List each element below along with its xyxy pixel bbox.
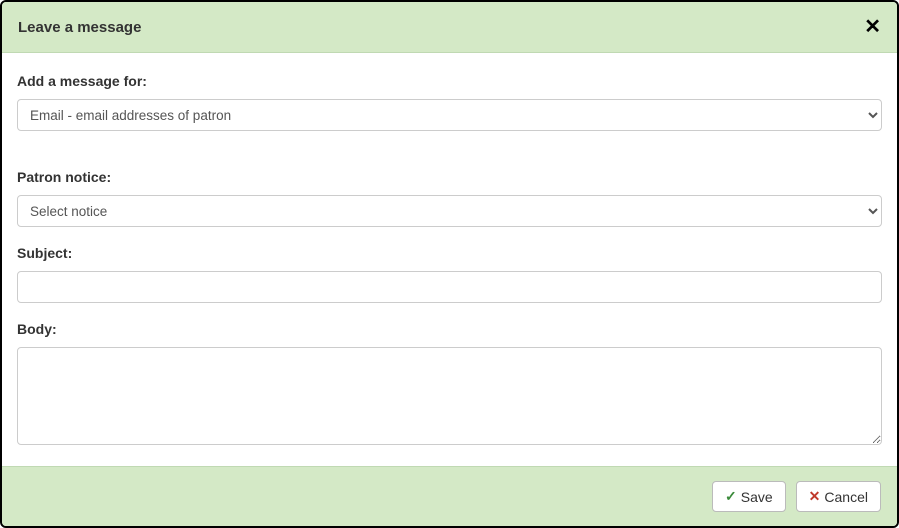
- check-icon: ✓: [725, 488, 737, 505]
- subject-group: Subject:: [17, 245, 882, 303]
- body-textarea[interactable]: [17, 347, 882, 445]
- cancel-button-label: Cancel: [824, 489, 868, 505]
- cancel-button[interactable]: ✕ Cancel: [796, 481, 881, 512]
- subject-input[interactable]: [17, 271, 882, 303]
- leave-message-modal: Leave a message ✕ Add a message for: Ema…: [0, 0, 899, 528]
- body-group: Body:: [17, 321, 882, 450]
- message-for-group: Add a message for: Email - email address…: [17, 73, 882, 131]
- modal-body: Add a message for: Email - email address…: [2, 53, 897, 466]
- subject-label: Subject:: [17, 245, 882, 261]
- x-icon: ✕: [809, 488, 821, 505]
- save-button[interactable]: ✓ Save: [712, 481, 786, 512]
- modal-footer: ✓ Save ✕ Cancel: [2, 466, 897, 526]
- save-button-label: Save: [741, 489, 773, 505]
- message-for-label: Add a message for:: [17, 73, 882, 89]
- patron-notice-select[interactable]: Select notice: [17, 195, 882, 227]
- patron-notice-group: Patron notice: Select notice: [17, 169, 882, 227]
- modal-header: Leave a message ✕: [2, 2, 897, 53]
- modal-title: Leave a message: [18, 19, 141, 36]
- patron-notice-label: Patron notice:: [17, 169, 882, 185]
- message-for-select[interactable]: Email - email addresses of patron: [17, 99, 882, 131]
- body-label: Body:: [17, 321, 882, 337]
- close-icon[interactable]: ✕: [864, 17, 881, 37]
